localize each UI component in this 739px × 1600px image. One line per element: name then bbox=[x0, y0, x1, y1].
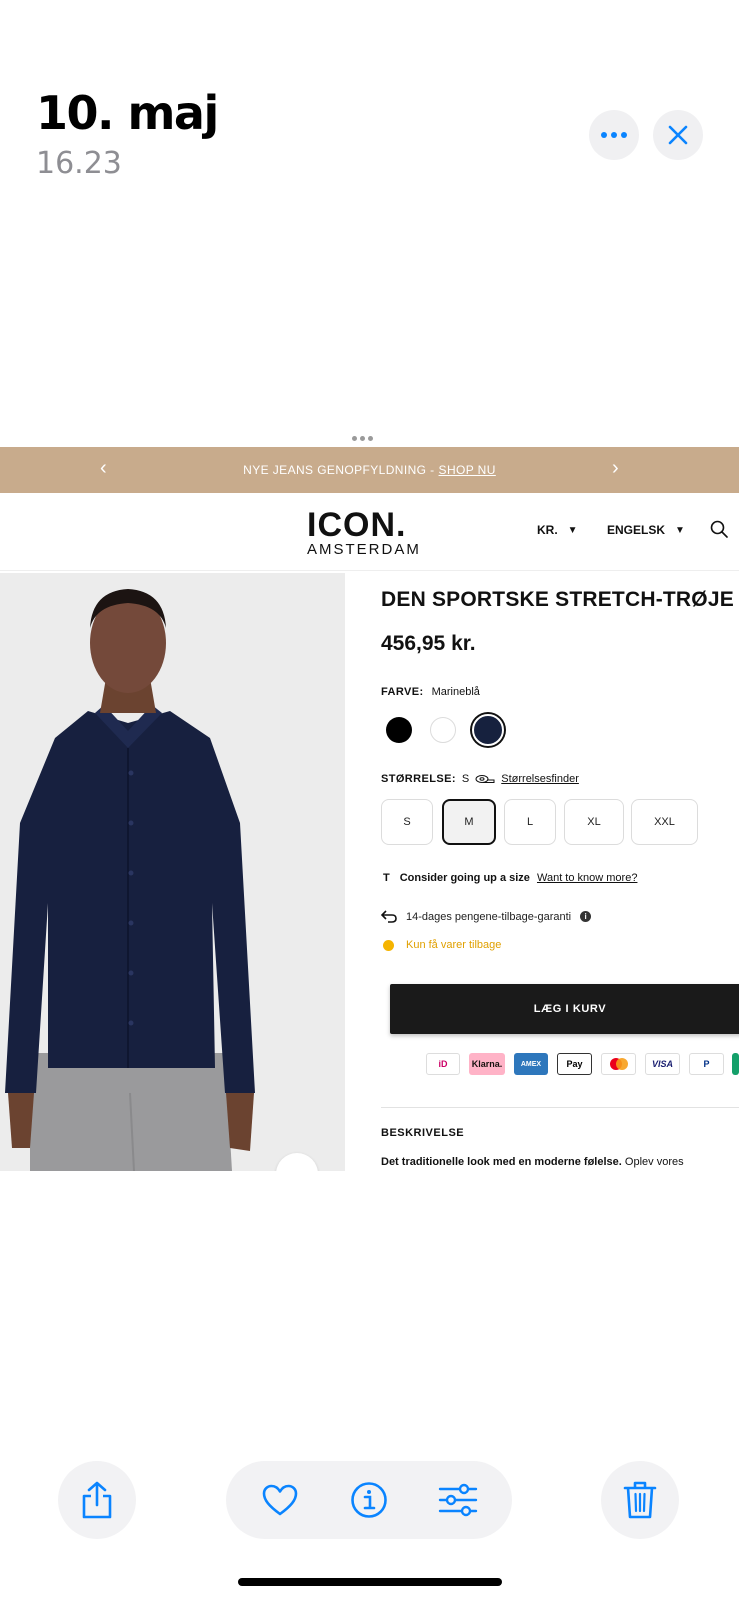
currency-select[interactable]: KR. ▼ bbox=[537, 523, 578, 537]
payment-icon-partial bbox=[732, 1053, 739, 1075]
favorite-button[interactable] bbox=[260, 1480, 300, 1520]
info-button[interactable] bbox=[349, 1480, 389, 1520]
ideal-label: iD bbox=[438, 1059, 448, 1069]
sliders-icon bbox=[438, 1483, 478, 1517]
language-select[interactable]: ENGELSK ▼ bbox=[607, 523, 685, 537]
promo-bar: ‹ NYE JEANS GENOPFYLDNING - SHOP NU › bbox=[0, 447, 739, 493]
size-option-m[interactable]: M bbox=[442, 799, 496, 845]
currency-value: KR. bbox=[537, 523, 558, 537]
product-title: DEN SPORTSKE STRETCH-TRØJE bbox=[381, 588, 734, 611]
guarantee-row: 14-dages pengene-tilbage-garanti i bbox=[381, 910, 592, 923]
toolbar-pill bbox=[226, 1461, 512, 1539]
klarna-icon: Klarna. bbox=[469, 1053, 505, 1075]
mastercard-circles-icon bbox=[609, 1058, 628, 1070]
ideal-icon: iD bbox=[426, 1053, 460, 1075]
visa-label: VISA bbox=[651, 1059, 673, 1069]
swatch-navy[interactable] bbox=[472, 714, 504, 746]
return-arrow-icon bbox=[381, 910, 397, 923]
paypal-icon: P bbox=[689, 1053, 724, 1075]
photo-date: 10. maj bbox=[36, 86, 219, 140]
size-finder-link[interactable]: Størrelsesfinder bbox=[501, 773, 579, 785]
brand-logo[interactable]: ICON. AMSTERDAM bbox=[307, 508, 421, 557]
share-icon bbox=[82, 1481, 112, 1519]
delete-button[interactable] bbox=[601, 1461, 679, 1539]
stock-status: Kun få varer tilbage bbox=[383, 939, 501, 951]
logo-sub: AMSTERDAM bbox=[307, 541, 421, 558]
language-value: ENGELSK bbox=[607, 523, 666, 537]
size-option-l[interactable]: L bbox=[504, 799, 556, 845]
size-option-xxl[interactable]: XXL bbox=[631, 799, 698, 845]
close-button[interactable] bbox=[653, 110, 703, 160]
klarna-label: Klarna. bbox=[471, 1059, 503, 1069]
fit-hint: T Consider going up a size Want to know … bbox=[383, 872, 637, 884]
size-label-row: STØRRELSE: S Størrelsesfinder bbox=[381, 773, 579, 785]
color-label: FARVE: bbox=[381, 686, 424, 698]
adjust-button[interactable] bbox=[438, 1480, 478, 1520]
description-rest: Oplev vores bbox=[624, 1156, 684, 1168]
apple-pay-icon: Pay bbox=[557, 1053, 592, 1075]
product-image[interactable] bbox=[0, 573, 345, 1171]
chevron-right-icon[interactable]: › bbox=[612, 457, 619, 480]
chevron-left-icon[interactable]: ‹ bbox=[100, 457, 107, 480]
mastercard-icon bbox=[601, 1053, 636, 1075]
drag-handle[interactable] bbox=[352, 436, 373, 441]
description-bold: Det traditionelle look med en moderne fø… bbox=[381, 1156, 622, 1168]
apple-pay-label: Pay bbox=[566, 1059, 583, 1069]
stock-text: Kun få varer tilbage bbox=[406, 939, 502, 951]
search-icon[interactable] bbox=[710, 520, 728, 538]
swatch-black[interactable] bbox=[386, 717, 412, 743]
size-label: STØRRELSE: bbox=[381, 773, 456, 785]
model-photo bbox=[0, 573, 345, 1171]
size-option-s[interactable]: S bbox=[381, 799, 433, 845]
size-value: S bbox=[461, 773, 470, 785]
close-icon bbox=[668, 125, 688, 145]
fit-hint-icon: T bbox=[383, 872, 390, 884]
share-button[interactable] bbox=[58, 1461, 136, 1539]
chevron-down-icon: ▼ bbox=[567, 524, 578, 536]
more-options-button[interactable] bbox=[589, 110, 639, 160]
stock-dot-icon bbox=[383, 939, 394, 951]
swatch-white[interactable] bbox=[430, 717, 456, 743]
amex-icon: AMEX bbox=[514, 1053, 548, 1075]
fit-hint-text: Consider going up a size bbox=[399, 872, 530, 884]
promo-text: NYE JEANS GENOPFYLDNING - bbox=[243, 463, 435, 477]
heart-icon bbox=[262, 1484, 298, 1516]
guarantee-text: 14-dages pengene-tilbage-garanti bbox=[406, 910, 572, 923]
photo-time: 16.23 bbox=[36, 146, 122, 181]
color-label-row: FARVE: Marineblå bbox=[381, 686, 480, 698]
home-indicator[interactable] bbox=[238, 1578, 502, 1586]
logo-main: ICON. bbox=[307, 506, 407, 544]
description-text: Det traditionelle look med en moderne fø… bbox=[381, 1156, 684, 1168]
visa-icon: VISA bbox=[645, 1053, 680, 1075]
amex-label: AMEX bbox=[520, 1060, 542, 1068]
info-circle-icon bbox=[351, 1482, 387, 1518]
site-header: ICON. AMSTERDAM KR. ▼ ENGELSK ▼ bbox=[0, 493, 739, 571]
ellipsis-icon bbox=[601, 132, 627, 138]
measuring-tape-icon bbox=[475, 775, 495, 783]
description-heading[interactable]: BESKRIVELSE bbox=[381, 1127, 464, 1139]
chevron-down-icon: ▼ bbox=[675, 524, 685, 536]
promo-link[interactable]: SHOP NU bbox=[439, 463, 496, 477]
color-value: Marineblå bbox=[431, 686, 480, 698]
size-option-xl[interactable]: XL bbox=[564, 799, 624, 845]
add-to-cart-button[interactable]: LÆG I KURV bbox=[390, 984, 739, 1034]
paypal-label: P bbox=[703, 1059, 710, 1069]
divider bbox=[381, 1107, 739, 1108]
product-price: 456,95 kr. bbox=[381, 632, 476, 655]
info-icon[interactable]: i bbox=[580, 911, 592, 922]
trash-icon bbox=[623, 1481, 657, 1519]
fit-hint-link[interactable]: Want to know more? bbox=[537, 872, 637, 884]
